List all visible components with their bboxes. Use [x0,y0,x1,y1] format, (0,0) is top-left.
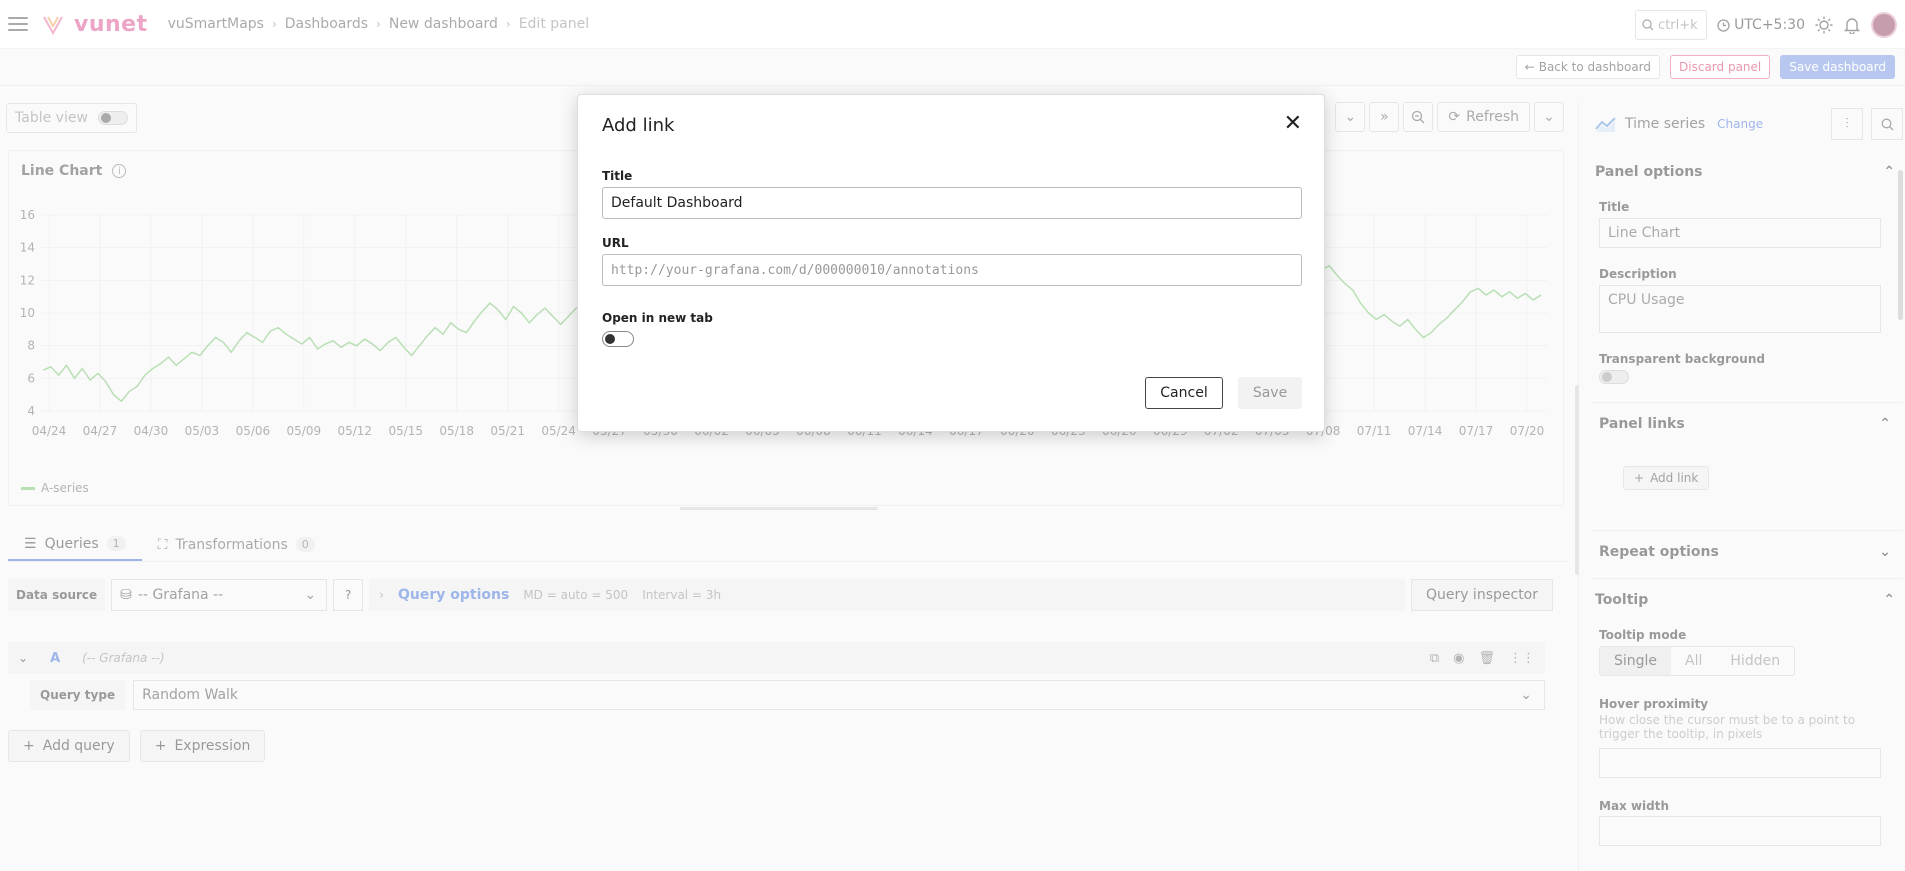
open-new-tab-toggle[interactable] [602,331,634,347]
close-icon[interactable]: ✕ [1284,113,1302,135]
link-title-input[interactable]: Default Dashboard [602,187,1302,219]
modal-title: Add link [602,115,675,136]
add-link-modal: Add link ✕ Title Default Dashboard URL h… [577,94,1325,432]
open-new-tab-label: Open in new tab [602,311,713,325]
save-button[interactable]: Save [1238,377,1302,409]
url-label: URL [602,236,629,250]
link-title-label: Title [602,169,633,183]
cancel-button[interactable]: Cancel [1145,377,1223,409]
url-input[interactable]: http://your-grafana.com/d/000000010/anno… [602,254,1302,286]
